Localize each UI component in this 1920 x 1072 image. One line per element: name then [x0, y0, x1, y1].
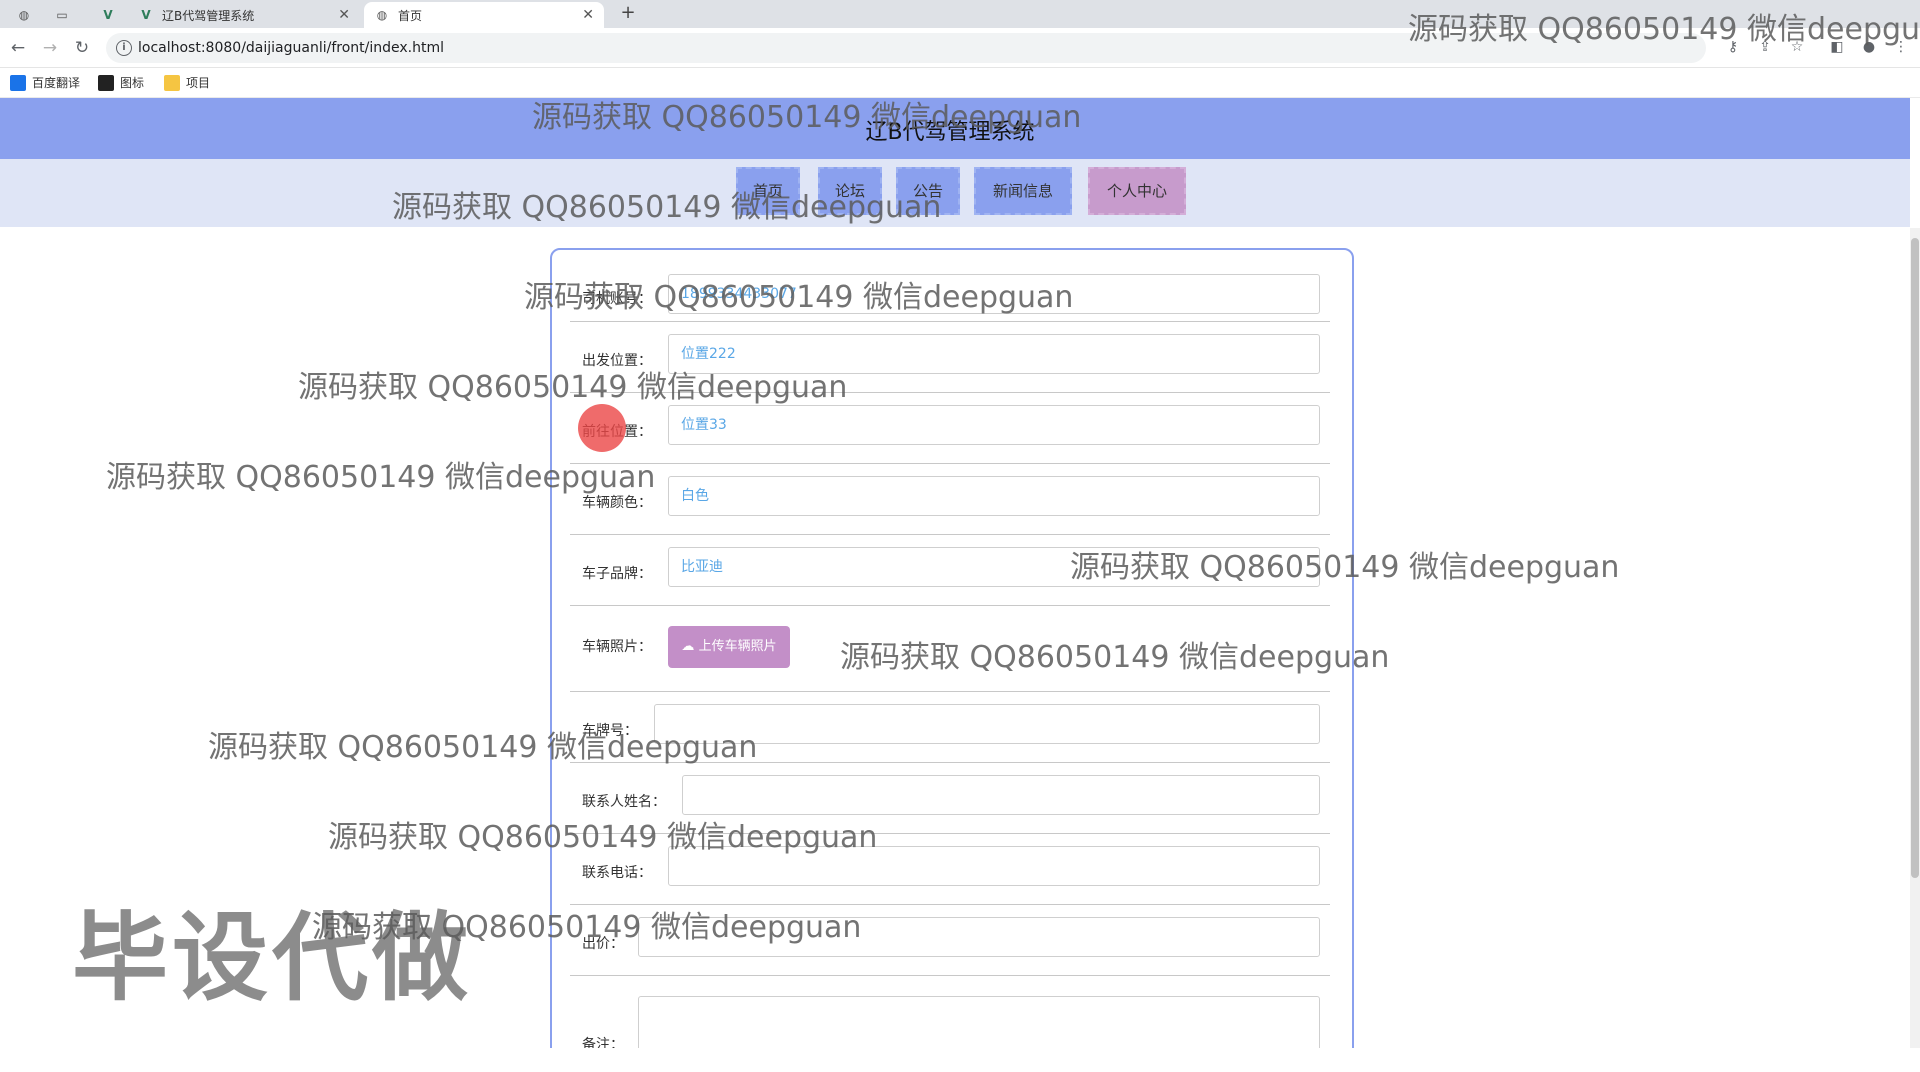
translate-icon [10, 74, 26, 91]
site-nav: 首页 论坛 公告 新闻信息 个人中心 [0, 159, 1910, 227]
watermark: 源码获取 QQ86050149 微信deepguan [1408, 12, 1920, 47]
close-tab-icon[interactable]: ✕ [338, 7, 350, 23]
watermark: 源码获取 QQ86050149 微信deepguan [208, 730, 758, 765]
big-watermark: 毕设代做 [72, 902, 472, 1014]
field-label: 联系人姓名： [582, 794, 666, 810]
watermark: 源码获取 QQ86050149 微信deepguan [532, 100, 1082, 135]
field-label: 备注： [582, 1037, 624, 1048]
tab-pinned-3[interactable]: V [90, 2, 124, 28]
blank-page-icon: ▭ [56, 8, 68, 22]
watermark: 源码获取 QQ86050149 微信deepguan [840, 640, 1390, 675]
tab-home[interactable]: ◍ 首页 ✕ [364, 2, 604, 28]
destination-input[interactable]: 位置33 [668, 405, 1320, 445]
cursor-highlight [578, 404, 626, 452]
close-tab-icon[interactable]: ✕ [582, 7, 594, 23]
watermark: 源码获取 QQ86050149 微信deepguan [106, 460, 656, 495]
field-label: 联系电话： [582, 865, 652, 881]
field-label: 车辆照片： [582, 639, 652, 655]
watermark: 源码获取 QQ86050149 微信deepguan [298, 370, 848, 405]
tab-pinned-2[interactable]: ▭ [44, 2, 78, 28]
url-text: localhost:8080/daijiaguanli/front/index.… [138, 40, 444, 56]
upload-button-label: 上传车辆照片 [698, 639, 777, 654]
tab-pinned-1[interactable]: ◍ [6, 2, 40, 28]
tab-title: 辽B代驾管理系统 [162, 8, 255, 23]
upload-car-photo-button[interactable]: ☁ 上传车辆照片 [668, 626, 790, 668]
nav-news[interactable]: 新闻信息 [974, 167, 1072, 215]
vue-icon: V [103, 8, 113, 22]
form-row-remarks: 备注： [570, 976, 1330, 1048]
watermark: 源码获取 QQ86050149 微信deepguan [1070, 550, 1620, 585]
bookmark-label: 图标 [120, 76, 145, 90]
bookmark-label: 项目 [186, 76, 211, 90]
reload-button[interactable]: ↻ [70, 36, 94, 60]
watermark: 源码获取 QQ86050149 微信deepguan [392, 190, 942, 225]
tab-title: 首页 [398, 8, 423, 23]
forward-button[interactable]: → [38, 36, 62, 60]
bookmark-baidu-translate[interactable]: 百度翻译 [10, 74, 80, 91]
back-button[interactable]: ← [6, 36, 30, 60]
watermark: 源码获取 QQ86050149 微信deepguan [328, 820, 878, 855]
form-row-car-color: 车辆颜色： 白色 [570, 464, 1330, 535]
watermark: 源码获取 QQ86050149 微信deepguan [524, 280, 1074, 315]
globe-icon: ◍ [18, 8, 30, 22]
vue-icon: V [141, 8, 151, 22]
car-color-input[interactable]: 白色 [668, 476, 1320, 516]
new-tab-button[interactable]: + [616, 2, 640, 26]
info-icon[interactable]: i [116, 40, 132, 56]
globe-icon: ◍ [376, 8, 388, 22]
remarks-textarea[interactable] [638, 996, 1320, 1048]
nav-personal-center[interactable]: 个人中心 [1088, 167, 1186, 215]
scrollbar-thumb[interactable] [1911, 238, 1919, 878]
cloud-upload-icon: ☁ [681, 639, 695, 654]
field-label: 车子品牌： [582, 566, 652, 582]
contact-name-input[interactable] [682, 775, 1320, 815]
bookmark-projects[interactable]: 项目 [164, 74, 210, 91]
bookmark-icons[interactable]: 图标 [98, 74, 144, 91]
image-icon [98, 74, 114, 91]
bookmark-label: 百度翻译 [32, 76, 81, 90]
folder-icon [164, 74, 180, 91]
tab-admin-system[interactable]: V 辽B代驾管理系统 ✕ [128, 2, 360, 28]
watermark: 源码获取 QQ86050149 微信deepguan [312, 910, 862, 945]
